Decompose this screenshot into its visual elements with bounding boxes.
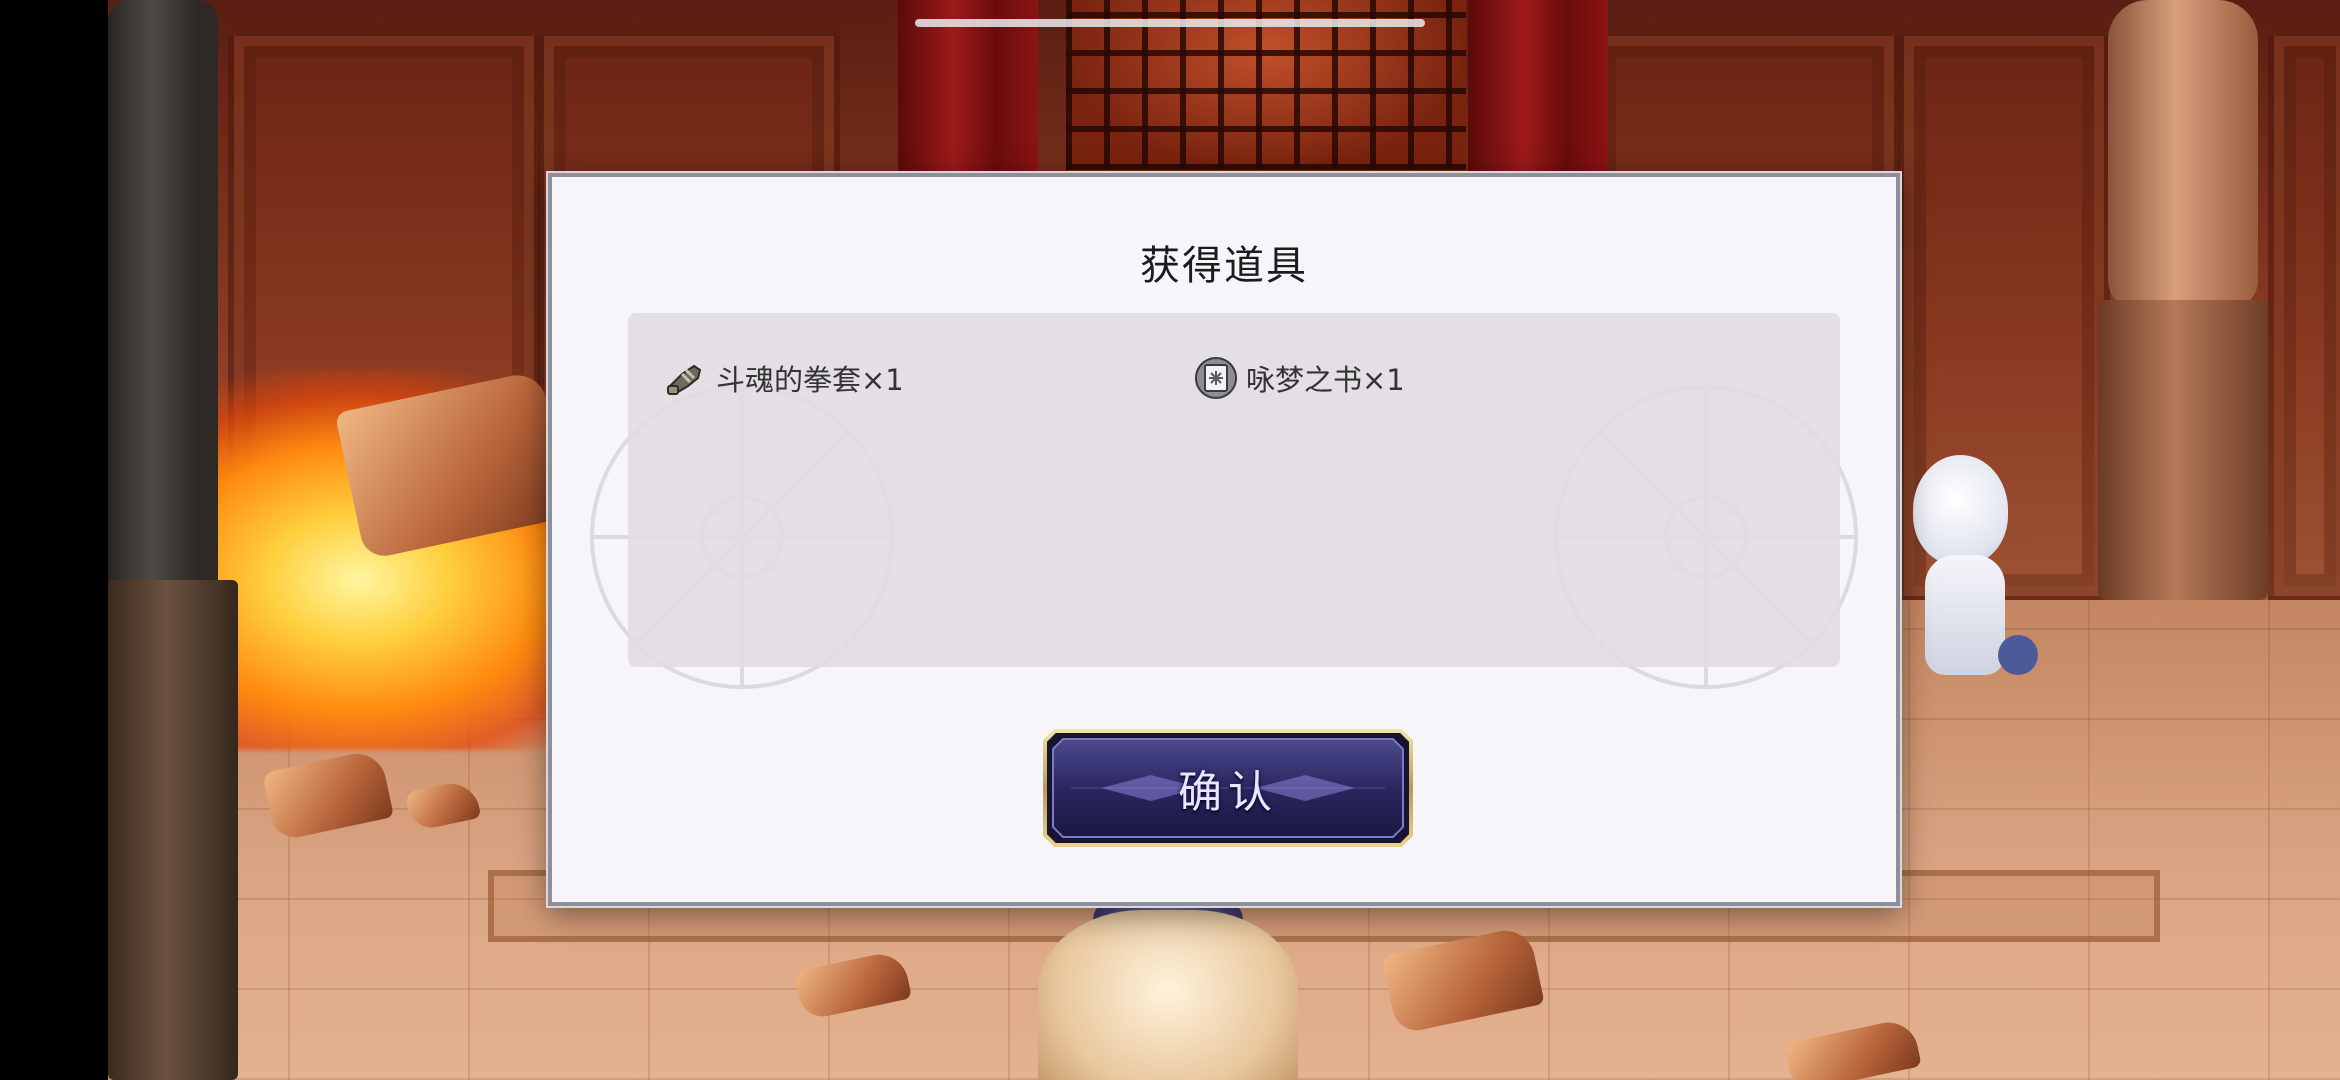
character-tail <box>1998 635 2038 675</box>
red-curtain-left <box>898 0 1038 180</box>
gesture-navigation-bar[interactable] <box>915 19 1425 27</box>
ornate-vase <box>1038 910 1298 1080</box>
character-head <box>1913 455 2008 565</box>
acquired-item: 斗魂的拳套×1 <box>664 353 904 403</box>
book-icon <box>1195 357 1237 399</box>
player-character <box>1903 455 2038 755</box>
stone-pillar-left-base <box>108 580 238 1080</box>
confirm-button-label: 确认 <box>1178 767 1278 818</box>
stone-pillar-right-base <box>2098 300 2268 600</box>
item-acquired-dialog: 获得道具 斗魂的拳套×1 咏梦之书×1 确认 <box>548 173 1900 906</box>
dialog-title: 获得道具 <box>1140 243 1308 289</box>
stone-pillar-right <box>2108 0 2258 310</box>
acquired-item: 咏梦之书×1 <box>1194 353 1405 403</box>
letterbox-bar <box>0 0 108 1080</box>
gauntlet-icon <box>667 364 702 395</box>
item-name: 咏梦之书×1 <box>1246 363 1405 397</box>
confirm-button[interactable]: 确认 <box>1041 727 1415 849</box>
red-curtain-right <box>1468 0 1608 180</box>
item-name: 斗魂的拳套×1 <box>716 363 904 397</box>
acquired-items-panel: 斗魂的拳套×1 咏梦之书×1 <box>628 313 1840 667</box>
character-body <box>1925 555 2005 675</box>
wall-panel <box>2268 30 2340 602</box>
game-screen: 获得道具 斗魂的拳套×1 咏梦之书×1 确认 <box>0 0 2340 1080</box>
